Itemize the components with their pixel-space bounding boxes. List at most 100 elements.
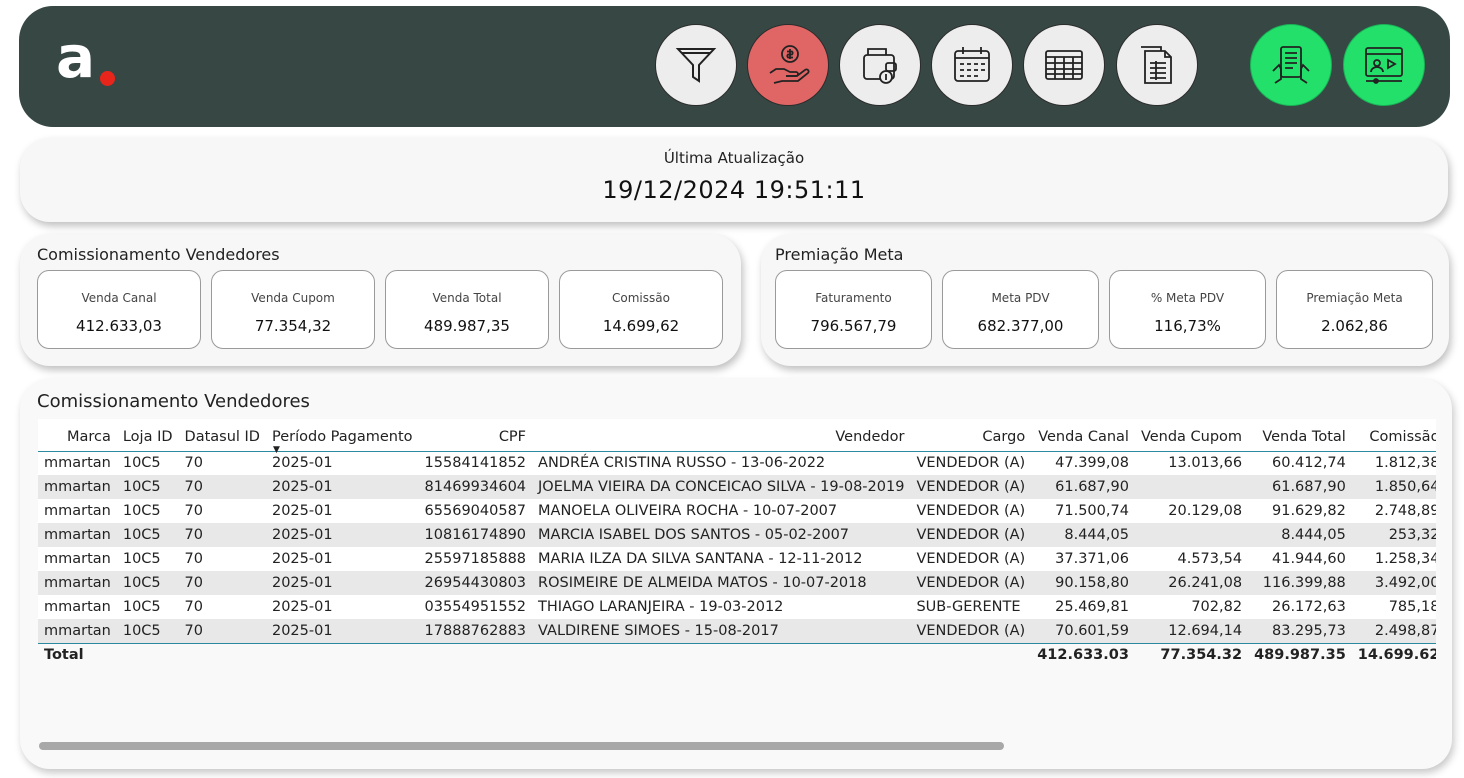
wallet-icon xyxy=(863,48,897,84)
calendar-icon xyxy=(954,47,990,82)
cell-venda-canal: 37.371,06 xyxy=(1031,547,1135,571)
kpi-label: % Meta PDV xyxy=(1150,291,1225,305)
table-button[interactable] xyxy=(1023,24,1105,106)
cell-cargo: VENDEDOR (A) xyxy=(910,547,1032,571)
filter-button[interactable] xyxy=(655,24,737,106)
cell-venda-cupom: 13.013,66 xyxy=(1134,451,1249,475)
cell-marca: mmartan xyxy=(38,571,117,595)
commission-table-panel: Comissionamento Vendedores Marca Loja ID… xyxy=(20,379,1452,769)
cell-datasul-id: 70 xyxy=(178,499,266,523)
table-row[interactable]: mmartan 10C5 70 2025-01 26954430803 ROSIMEIRE… xyxy=(38,571,1436,595)
total-empty-cell xyxy=(179,643,266,659)
column-header-vendedor[interactable]: Vendedor xyxy=(532,419,911,451)
table-viewport[interactable]: Marca Loja ID Datasul ID Período Pagamen… xyxy=(38,419,1436,659)
cell-loja-id: 10C5 xyxy=(116,571,179,595)
cell-datasul-id: 70 xyxy=(178,547,266,571)
cell-cpf: 81469934604 xyxy=(418,475,533,499)
cell-datasul-id: 70 xyxy=(178,451,266,475)
table-row[interactable]: mmartan 10C5 70 2025-01 81469934604 JOELMA VI… xyxy=(38,475,1436,499)
calendar-button[interactable] xyxy=(931,24,1013,106)
cell-loja-id: 10C5 xyxy=(116,475,179,499)
cell-venda-total: 91.629,82 xyxy=(1248,499,1352,523)
kpi-card-premiacao-meta: Premiação Meta 2.062,86 xyxy=(1276,270,1433,349)
sort-descending-icon: ▼ xyxy=(272,444,280,455)
cell-venda-cupom: 12.694,14 xyxy=(1134,619,1249,643)
kpi-card-venda-total: Venda Total 489.987,35 xyxy=(385,270,549,349)
kpi-card-venda-cupom: Venda Cupom 77.354,32 xyxy=(211,270,375,349)
kpi-value: 489.987,35 xyxy=(424,317,510,335)
cell-vendedor: MARCIA ISABEL DOS SANTOS - 05-02-2007 xyxy=(532,523,911,547)
column-header-cpf[interactable]: CPF xyxy=(418,419,533,451)
table-row[interactable]: mmartan 10C5 70 2025-01 10816174890 MARCIA IS… xyxy=(38,523,1436,547)
kpi-label: Venda Cupom xyxy=(251,291,335,305)
cell-marca: mmartan xyxy=(38,523,117,547)
table-row[interactable]: mmartan 10C5 70 2025-01 17888762883 VALDIRENE… xyxy=(38,619,1436,643)
brand-logo[interactable]: a xyxy=(56,28,136,94)
total-venda-total: 489.987,35 xyxy=(1254,647,1346,659)
cell-venda-canal: 70.601,59 xyxy=(1031,619,1135,643)
cell-venda-cupom: 4.573,54 xyxy=(1134,547,1249,571)
cell-vendedor: JOELMA VIEIRA DA CONCEICAO SILVA - 19-08… xyxy=(532,475,911,499)
filter-icon xyxy=(675,48,717,83)
cell-vendedor: THIAGO LARANJEIRA - 19-03-2012 xyxy=(532,595,911,619)
column-header-datasul-id[interactable]: Datasul ID xyxy=(178,419,266,451)
report-button[interactable] xyxy=(1116,24,1198,106)
vendedores-kpi-title: Comissionamento Vendedores xyxy=(37,245,280,264)
kpi-label: Comissão xyxy=(612,291,670,305)
cell-cargo: VENDEDOR (A) xyxy=(910,451,1032,475)
kpi-value: 682.377,00 xyxy=(977,317,1064,335)
cell-venda-total: 83.295,73 xyxy=(1248,619,1352,643)
cell-loja-id: 10C5 xyxy=(116,499,179,523)
cell-vendedor: MANOELA OLIVEIRA ROCHA - 10-07-2007 xyxy=(532,499,911,523)
total-venda-canal: 412.633,03 xyxy=(1037,647,1129,659)
cell-venda-canal: 25.469,81 xyxy=(1031,595,1135,619)
table-row[interactable]: mmartan 10C5 70 2025-01 65569040587 MANOELA O… xyxy=(38,499,1436,523)
cell-marca: mmartan xyxy=(38,619,117,643)
column-header-cargo[interactable]: Cargo xyxy=(910,419,1032,451)
cell-venda-total: 41.944,60 xyxy=(1248,547,1352,571)
cell-comissao: 3.492,00 xyxy=(1351,571,1436,595)
cell-comissao: 2.498,87 xyxy=(1351,619,1436,643)
cell-marca: mmartan xyxy=(38,547,117,571)
wallet-button[interactable] xyxy=(839,24,921,106)
total-empty-cell xyxy=(266,643,419,659)
cell-loja-id: 10C5 xyxy=(116,451,179,475)
cell-datasul-id: 70 xyxy=(178,595,266,619)
column-header-comissao[interactable]: Comissão xyxy=(1351,419,1436,451)
column-header-loja-id[interactable]: Loja ID xyxy=(116,419,179,451)
column-header-venda-cupom[interactable]: Venda Cupom xyxy=(1134,419,1249,451)
kpi-value: 2.062,86 xyxy=(1321,317,1388,335)
column-header-periodo-pagamento[interactable]: Período Pagamento ▼ xyxy=(265,419,419,455)
table-row[interactable]: mmartan 10C5 70 2025-01 15584141852 ANDRÉA CR… xyxy=(38,451,1436,475)
cell-loja-id: 10C5 xyxy=(116,619,179,643)
total-empty-cell xyxy=(117,643,179,659)
cell-venda-canal: 61.687,90 xyxy=(1031,475,1135,499)
column-header-venda-total[interactable]: Venda Total xyxy=(1248,419,1352,451)
money-hand-icon xyxy=(769,45,810,84)
total-empty-cell xyxy=(532,643,910,659)
last-update-label: Última Atualização xyxy=(663,149,805,167)
kpi-label: Premiação Meta xyxy=(1306,291,1403,305)
tablet-report-button[interactable] xyxy=(1250,24,1332,106)
total-comissao: 14.699,62 xyxy=(1357,647,1436,659)
cell-cargo: VENDEDOR (A) xyxy=(910,619,1032,643)
cell-venda-total: 61.687,90 xyxy=(1248,475,1352,499)
video-button[interactable] xyxy=(1343,24,1425,106)
cell-cpf: 15584141852 xyxy=(418,451,533,475)
commission-button[interactable] xyxy=(747,24,829,106)
cell-venda-total: 8.444,05 xyxy=(1248,523,1352,547)
table-row[interactable]: mmartan 10C5 70 2025-01 25597185888 MARIA ILZ… xyxy=(38,547,1436,571)
column-header-venda-canal[interactable]: Venda Canal xyxy=(1031,419,1135,451)
cell-cargo: VENDEDOR (A) xyxy=(910,499,1032,523)
cell-vendedor: VALDIRENE SIMOES - 15-08-2017 xyxy=(532,619,911,643)
cell-venda-cupom: 26.241,08 xyxy=(1134,571,1249,595)
cell-venda-cupom: 20.129,08 xyxy=(1134,499,1249,523)
table-row[interactable]: mmartan 10C5 70 2025-01 03554951552 THIAGO LA… xyxy=(38,595,1436,619)
cell-datasul-id: 70 xyxy=(178,475,266,499)
kpi-value: 14.699,62 xyxy=(602,317,680,335)
horizontal-scrollbar[interactable] xyxy=(39,742,1004,750)
table-header-row: Marca Loja ID Datasul ID Período Pagamen… xyxy=(38,419,1436,455)
table-total-row: Total 412.633,03 77.354,32 489.987,35 14… xyxy=(38,643,1436,659)
cell-periodo-pagamento: 2025-01 xyxy=(265,571,419,595)
column-header-marca[interactable]: Marca xyxy=(38,419,117,451)
